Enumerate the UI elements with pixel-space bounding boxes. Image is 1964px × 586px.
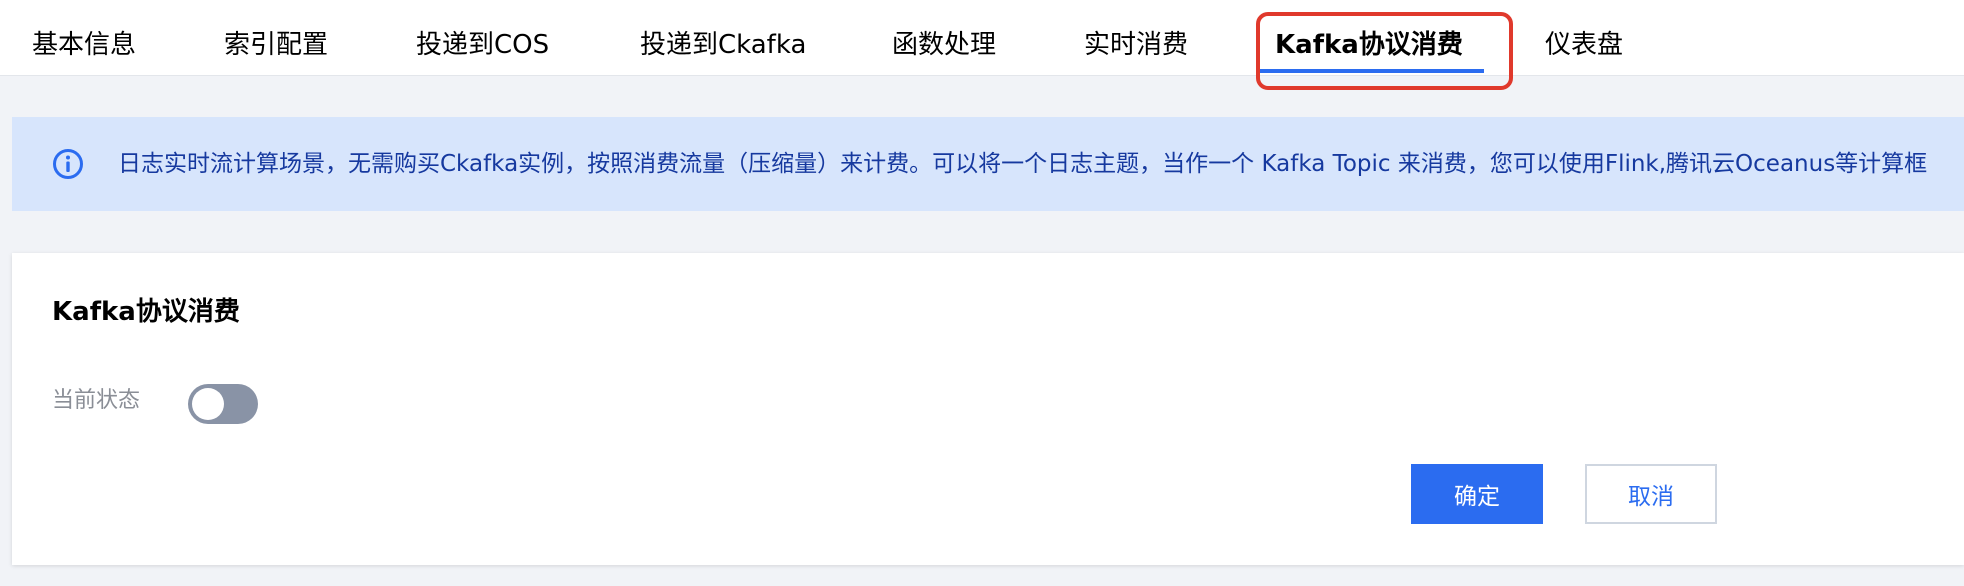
- confirm-button[interactable]: 确定: [1411, 464, 1543, 524]
- kafka-consumption-card: Kafka协议消费 当前状态 确定 取消: [12, 253, 1964, 565]
- toggle-knob: [192, 388, 224, 420]
- tab-highlight-annotation: [1256, 12, 1513, 90]
- tab-basic-info[interactable]: 基本信息: [32, 28, 136, 62]
- tab-bar: 基本信息 索引配置 投递到COS 投递到Ckafka 函数处理 实时消费 Kaf…: [0, 0, 1964, 76]
- tab-ship-to-ckafka[interactable]: 投递到Ckafka: [640, 28, 806, 62]
- info-notice-banner: 日志实时流计算场景，无需购买Ckafka实例，按照消费流量（压缩量）来计费。可以…: [12, 117, 1964, 211]
- card-title: Kafka协议消费: [52, 297, 240, 327]
- tab-index-config[interactable]: 索引配置: [224, 28, 328, 62]
- cancel-button[interactable]: 取消: [1585, 464, 1717, 524]
- current-status-label: 当前状态: [52, 388, 141, 413]
- info-icon: [53, 149, 83, 179]
- tab-ship-to-cos[interactable]: 投递到COS: [416, 28, 549, 62]
- tab-dashboard[interactable]: 仪表盘: [1545, 28, 1623, 62]
- status-toggle[interactable]: [188, 384, 258, 424]
- notice-text: 日志实时流计算场景，无需购买Ckafka实例，按照消费流量（压缩量）来计费。可以…: [118, 151, 1928, 177]
- tab-realtime-consumption[interactable]: 实时消费: [1084, 28, 1188, 62]
- tab-function-processing[interactable]: 函数处理: [892, 28, 996, 62]
